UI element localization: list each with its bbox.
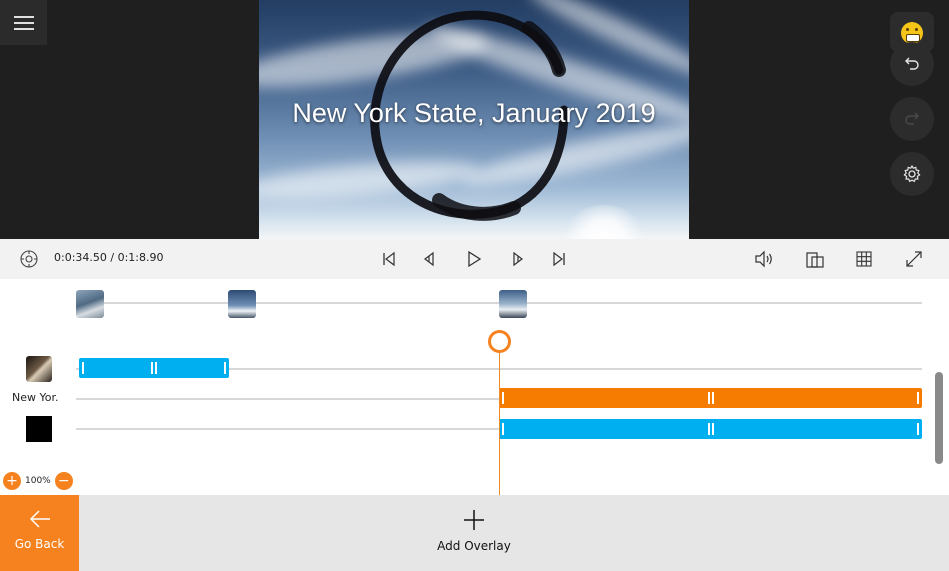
menu-icon-line (13, 21, 34, 24)
video-title-overlay: New York State, January 2019 (292, 98, 656, 128)
go-back-label: Go Back (14, 537, 65, 551)
skip-to-end-button[interactable] (547, 247, 571, 271)
settings-icon (903, 164, 921, 183)
clip-move-handle[interactable] (708, 423, 710, 435)
hamburger-menu-button[interactable] (0, 0, 47, 45)
skip-to-end-icon (553, 251, 565, 267)
overlay-clip[interactable] (499, 419, 922, 439)
video-editor-app: New York State, January 2019 0:0:34.50 /… (0, 0, 949, 571)
skip-to-start-icon (383, 251, 395, 267)
clip-thumbnail[interactable] (228, 290, 256, 318)
video-preview[interactable]: New York State, January 2019 (259, 0, 689, 239)
redo-button[interactable] (890, 97, 934, 141)
volume-button[interactable] (752, 247, 776, 271)
clip-end-handle[interactable] (917, 423, 919, 435)
clip-thumbnail[interactable] (76, 290, 104, 318)
clip-move-handle[interactable] (155, 362, 157, 374)
redo-icon (905, 112, 919, 125)
playhead-handle[interactable] (488, 330, 511, 353)
overlay-thumbnail[interactable] (26, 356, 52, 382)
clip-move-handle[interactable] (712, 423, 714, 435)
timeline-panel[interactable]: New Yor. + 100% − (0, 279, 949, 495)
fullscreen-icon (906, 251, 922, 267)
go-back-button[interactable]: Go Back (0, 495, 79, 571)
step-forward-button[interactable] (506, 247, 530, 271)
bottom-command-bar: Go Back Add Overlay (0, 495, 949, 571)
text-overlay-clip[interactable] (499, 388, 922, 408)
grid-icon (856, 251, 872, 267)
clip-start-handle[interactable] (502, 392, 504, 404)
clip-end-handle[interactable] (917, 392, 919, 404)
clip-thumbnail[interactable] (499, 290, 527, 318)
menu-icon-line (13, 27, 34, 30)
zoom-controls: + 100% − (3, 472, 73, 490)
undo-icon (905, 57, 919, 70)
timeline-scrollbar[interactable] (935, 372, 943, 464)
overlay-track-label: New Yor. (12, 391, 59, 404)
playhead-line (499, 341, 500, 495)
overlay-thumbnail[interactable] (26, 416, 52, 442)
add-overlay-label: Add Overlay (437, 539, 511, 553)
emoji-icon (901, 22, 923, 44)
settings-button[interactable] (890, 152, 934, 196)
time-readout: 0:0:34.50 / 0:1:8.90 (54, 251, 164, 264)
aspect-ratio-icon (806, 252, 824, 268)
undo-button[interactable] (890, 42, 934, 86)
play-icon (468, 250, 482, 268)
preview-area: New York State, January 2019 (0, 0, 949, 239)
skip-to-start-button[interactable] (377, 247, 401, 271)
overlay-clip[interactable] (79, 358, 229, 378)
aspect-ratio-button[interactable] (803, 247, 827, 271)
step-back-icon (424, 251, 434, 267)
clip-move-handle[interactable] (708, 392, 710, 404)
volume-icon (755, 250, 772, 268)
menu-icon-line (13, 15, 34, 18)
clip-start-handle[interactable] (502, 423, 504, 435)
zoom-in-button[interactable]: + (3, 472, 21, 490)
add-overlay-button[interactable]: Add Overlay (434, 495, 514, 571)
step-forward-icon (513, 251, 523, 267)
zoom-level: 100% (25, 476, 51, 486)
play-button[interactable] (462, 247, 486, 271)
grid-button[interactable] (852, 247, 876, 271)
clip-move-handle[interactable] (712, 392, 714, 404)
step-back-button[interactable] (417, 247, 441, 271)
clip-start-handle[interactable] (82, 362, 84, 374)
playback-settings-icon (20, 250, 38, 268)
transport-bar: 0:0:34.50 / 0:1:8.90 (0, 239, 949, 279)
plus-icon (464, 510, 484, 530)
clip-move-handle[interactable] (151, 362, 153, 374)
fullscreen-button[interactable] (902, 247, 926, 271)
back-arrow-icon (29, 510, 50, 528)
clip-end-handle[interactable] (224, 362, 226, 374)
playback-settings-button[interactable] (17, 247, 41, 271)
zoom-out-button[interactable]: − (54, 472, 73, 490)
